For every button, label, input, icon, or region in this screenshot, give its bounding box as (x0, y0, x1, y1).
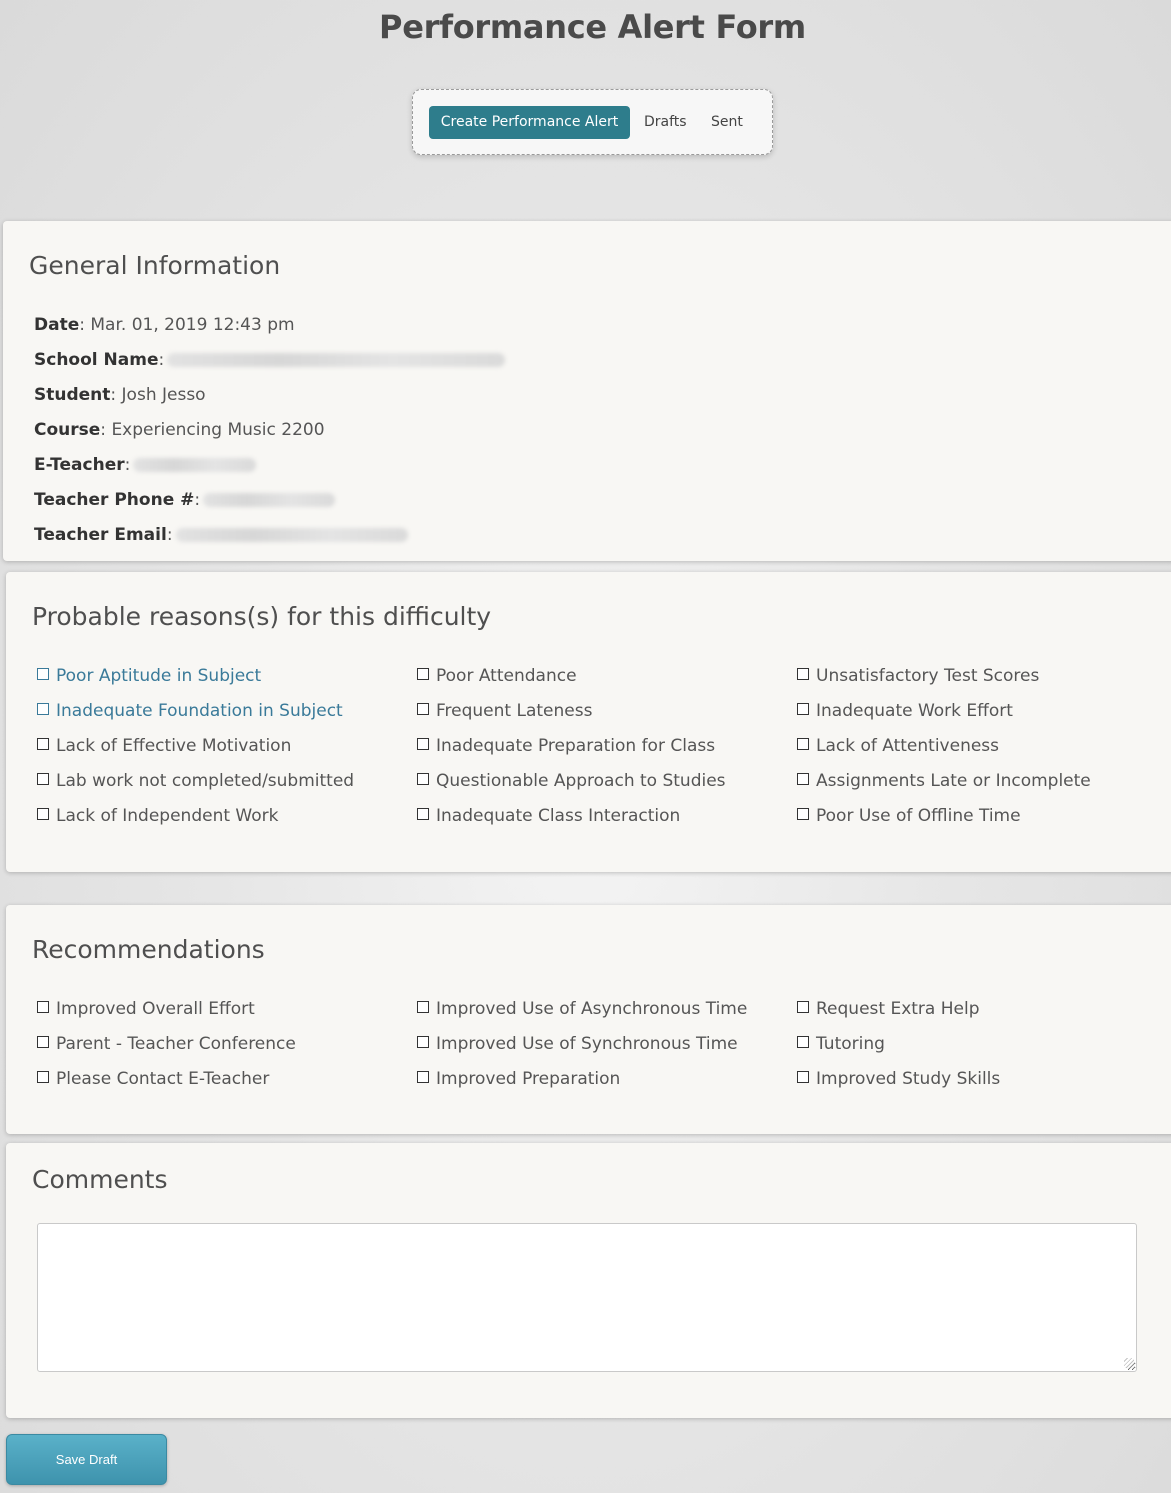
checkbox-questionable-approach-to-studies[interactable]: Questionable Approach to Studies (417, 771, 726, 791)
student-value: Josh Jesso (121, 385, 206, 405)
date-label: Date (34, 315, 80, 335)
checkbox-poor-aptitude-in-subject[interactable]: Poor Aptitude in Subject (37, 666, 261, 686)
checkbox-improved-preparation[interactable]: Improved Preparation (417, 1069, 620, 1089)
e-teacher-redacted (133, 458, 257, 472)
checkbox-improved-overall-effort[interactable]: Improved Overall Effort (37, 999, 255, 1019)
checkbox-icon[interactable] (797, 668, 809, 680)
checkbox-request-extra-help[interactable]: Request Extra Help (797, 999, 980, 1019)
checkbox-icon[interactable] (797, 773, 809, 785)
checkbox-lab-work-not-completed[interactable]: Lab work not completed/submitted (37, 771, 354, 791)
general-information-heading: General Information (29, 251, 281, 280)
comments-heading: Comments (32, 1165, 168, 1194)
checkbox-icon[interactable] (417, 703, 429, 715)
checkbox-inadequate-work-effort[interactable]: Inadequate Work Effort (797, 701, 1013, 721)
tab-sent[interactable]: Sent (711, 106, 743, 139)
checkbox-frequent-lateness[interactable]: Frequent Lateness (417, 701, 592, 721)
checkbox-icon[interactable] (797, 703, 809, 715)
checkbox-poor-use-of-offline-time[interactable]: Poor Use of Offline Time (797, 806, 1021, 826)
checkbox-icon[interactable] (37, 1071, 49, 1083)
checkbox-icon[interactable] (417, 773, 429, 785)
course-row: Course: Experiencing Music 2200 (34, 420, 325, 440)
teacher-phone-redacted (203, 493, 336, 507)
checkbox-tutoring[interactable]: Tutoring (797, 1034, 885, 1054)
teacher-email-label: Teacher Email (34, 525, 167, 545)
checkbox-improved-use-of-asynchronous-time[interactable]: Improved Use of Asynchronous Time (417, 999, 747, 1019)
checkbox-icon[interactable] (797, 738, 809, 750)
checkbox-icon[interactable] (37, 1036, 49, 1048)
teacher-phone-label: Teacher Phone # (34, 490, 195, 510)
checkbox-icon[interactable] (417, 1001, 429, 1013)
checkbox-icon[interactable] (37, 808, 49, 820)
comments-textarea[interactable] (37, 1223, 1137, 1372)
checkbox-parent-teacher-conference[interactable]: Parent - Teacher Conference (37, 1034, 296, 1054)
recommendations-panel: Recommendations Improved Overall Effort … (6, 905, 1171, 1134)
e-teacher-label: E-Teacher (34, 455, 125, 475)
checkbox-icon[interactable] (37, 668, 49, 680)
teacher-email-redacted (175, 528, 408, 542)
checkbox-lack-of-attentiveness[interactable]: Lack of Attentiveness (797, 736, 999, 756)
reasons-panel: Probable reasons(s) for this difficulty … (6, 572, 1171, 872)
checkbox-improved-use-of-synchronous-time[interactable]: Improved Use of Synchronous Time (417, 1034, 738, 1054)
save-draft-button[interactable]: Save Draft (6, 1434, 167, 1485)
course-value: Experiencing Music 2200 (111, 420, 325, 440)
school-name-row: School Name: (34, 350, 506, 370)
checkbox-icon[interactable] (37, 738, 49, 750)
reasons-heading: Probable reasons(s) for this difficulty (32, 602, 492, 631)
checkbox-inadequate-preparation-for-class[interactable]: Inadequate Preparation for Class (417, 736, 715, 756)
school-name-label: School Name (34, 350, 159, 370)
teacher-phone-row: Teacher Phone #: (34, 490, 336, 510)
tab-create-performance-alert[interactable]: Create Performance Alert (429, 106, 630, 139)
checkbox-lack-of-independent-work[interactable]: Lack of Independent Work (37, 806, 278, 826)
checkbox-icon[interactable] (797, 808, 809, 820)
checkbox-improved-study-skills[interactable]: Improved Study Skills (797, 1069, 1000, 1089)
checkbox-icon[interactable] (797, 1071, 809, 1083)
comments-panel: Comments (6, 1143, 1171, 1418)
checkbox-please-contact-e-teacher[interactable]: Please Contact E-Teacher (37, 1069, 269, 1089)
general-information-panel: General Information Date: Mar. 01, 2019 … (3, 221, 1171, 561)
checkbox-icon[interactable] (37, 703, 49, 715)
resize-handle-icon[interactable] (1124, 1358, 1134, 1368)
school-name-redacted (167, 353, 506, 367)
checkbox-icon[interactable] (417, 668, 429, 680)
checkbox-unsatisfactory-test-scores[interactable]: Unsatisfactory Test Scores (797, 666, 1039, 686)
date-value: Mar. 01, 2019 12:43 pm (90, 315, 295, 335)
checkbox-icon[interactable] (417, 808, 429, 820)
checkbox-icon[interactable] (797, 1001, 809, 1013)
checkbox-assignments-late-or-incomplete[interactable]: Assignments Late or Incomplete (797, 771, 1091, 791)
checkbox-inadequate-class-interaction[interactable]: Inadequate Class Interaction (417, 806, 680, 826)
checkbox-icon[interactable] (417, 1071, 429, 1083)
tab-drafts[interactable]: Drafts (644, 106, 687, 139)
student-label: Student (34, 385, 111, 405)
recommendations-heading: Recommendations (32, 935, 265, 964)
date-row: Date: Mar. 01, 2019 12:43 pm (34, 315, 295, 335)
checkbox-icon[interactable] (797, 1036, 809, 1048)
tab-bar: Create Performance Alert Drafts Sent (412, 89, 773, 155)
page-title: Performance Alert Form (379, 8, 806, 46)
course-label: Course (34, 420, 101, 440)
e-teacher-row: E-Teacher: (34, 455, 257, 475)
student-row: Student: Josh Jesso (34, 385, 206, 405)
checkbox-inadequate-foundation-in-subject[interactable]: Inadequate Foundation in Subject (37, 701, 343, 721)
checkbox-poor-attendance[interactable]: Poor Attendance (417, 666, 577, 686)
checkbox-icon[interactable] (37, 773, 49, 785)
checkbox-icon[interactable] (37, 1001, 49, 1013)
checkbox-lack-of-effective-motivation[interactable]: Lack of Effective Motivation (37, 736, 291, 756)
checkbox-icon[interactable] (417, 1036, 429, 1048)
checkbox-icon[interactable] (417, 738, 429, 750)
teacher-email-row: Teacher Email: (34, 525, 408, 545)
